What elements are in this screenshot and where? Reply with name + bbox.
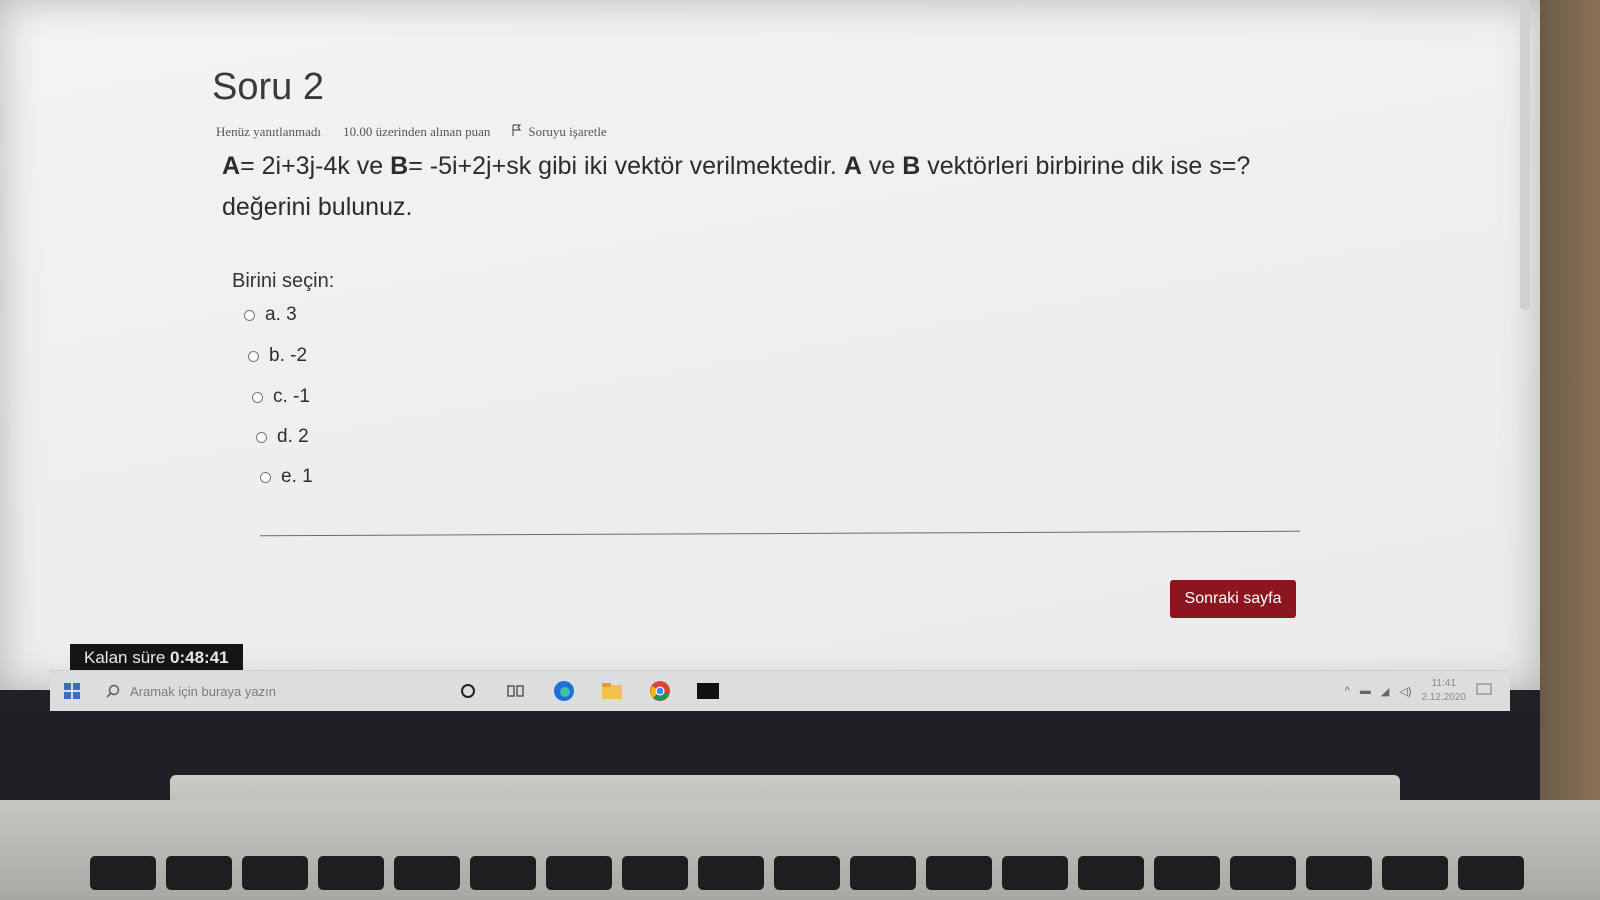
- question-text-and-2: ve: [861, 152, 903, 180]
- time-remaining: Kalan süre 0:48:41: [70, 644, 243, 672]
- search-placeholder: Aramak için buraya yazın: [130, 683, 276, 699]
- search-icon: [106, 684, 120, 698]
- battery-icon[interactable]: ▬: [1360, 685, 1371, 697]
- vector-b-ref: B: [902, 152, 921, 180]
- keyboard-key: [774, 856, 840, 890]
- radio-button[interactable]: [252, 391, 263, 403]
- answer-option-a[interactable]: a. 3: [244, 304, 297, 326]
- timer-label: Kalan süre: [84, 648, 166, 667]
- chevron-up-icon[interactable]: ^: [1345, 685, 1350, 697]
- windows-logo-icon: [64, 683, 80, 699]
- answer-option-b[interactable]: b. -2: [248, 345, 307, 367]
- clock-date: 2.12.2020: [1421, 692, 1467, 703]
- keyboard-key: [546, 856, 612, 890]
- radio-button[interactable]: [256, 431, 267, 443]
- keyboard-key: [1306, 856, 1372, 890]
- vector-a-ref: A: [843, 152, 862, 180]
- keyboard-key: [318, 856, 384, 890]
- answer-option-e[interactable]: e. 1: [260, 466, 313, 488]
- question-text: A= 2i+3j-4k ve B= -5i+2j+sk gibi iki vek…: [222, 146, 1302, 228]
- answer-option-d[interactable]: d. 2: [256, 426, 309, 448]
- radio-button[interactable]: [260, 471, 271, 483]
- keyboard-key: [622, 856, 688, 890]
- answer-option-label: d. 2: [277, 426, 309, 447]
- timer-value: 0:48:41: [170, 648, 229, 667]
- wifi-icon[interactable]: ◢: [1381, 685, 1389, 698]
- section-divider: [260, 530, 1300, 537]
- radio-button[interactable]: [248, 350, 259, 362]
- cortana-icon[interactable]: [456, 679, 480, 703]
- question-info: Henüz yanıtlanmadı 10.00 üzerinden alına…: [216, 124, 607, 140]
- question-text-middle: gibi iki vektör verilmektedir.: [531, 152, 844, 180]
- taskbar: Aramak için buraya yazın ^ ▬ ◢ ◁) 11:41 …: [50, 670, 1510, 711]
- background-edge: [1540, 0, 1600, 900]
- file-explorer-icon[interactable]: [600, 679, 624, 703]
- answer-option-label: e. 1: [281, 466, 313, 487]
- keyboard-key: [1078, 856, 1144, 890]
- question-text-and: ve: [349, 152, 391, 180]
- scrollbar[interactable]: [1520, 0, 1530, 310]
- system-tray: ^ ▬ ◢ ◁) 11:41 2.12.2020: [1345, 677, 1510, 705]
- question-title: Soru 2: [212, 66, 324, 108]
- keyboard-key: [166, 856, 232, 890]
- question-points: 10.00 üzerinden alınan puan: [343, 124, 491, 139]
- chrome-icon[interactable]: [648, 679, 672, 703]
- flag-icon: [512, 124, 522, 140]
- keyboard-key: [394, 856, 460, 890]
- keyboard-key: [850, 856, 916, 890]
- windows-start-button[interactable]: [50, 683, 94, 699]
- answer-prompt: Birini seçin:: [232, 270, 335, 292]
- task-view-icon[interactable]: [504, 679, 528, 703]
- taskbar-clock[interactable]: 11:41 2.12.2020: [1422, 677, 1467, 705]
- taskbar-search[interactable]: Aramak için buraya yazın: [94, 671, 426, 711]
- keyboard-key: [926, 856, 992, 890]
- notification-icon[interactable]: [1476, 682, 1492, 700]
- keyboard-key: [1458, 856, 1524, 890]
- answer-option-label: c. -1: [273, 386, 310, 407]
- keyboard-key: [242, 856, 308, 890]
- question-status: Henüz yanıtlanmadı: [216, 124, 322, 139]
- vector-b-label: B: [390, 152, 409, 180]
- radio-button[interactable]: [244, 309, 255, 321]
- clock-time: 11:41: [1431, 678, 1456, 689]
- laptop-screen: Soru 2 Henüz yanıtlanmadı 10.00 üzerinde…: [0, 0, 1540, 711]
- flag-question-label: Soruyu işaretle: [528, 124, 607, 139]
- vector-b-expression: = -5i+2j+sk: [408, 152, 532, 180]
- vector-a-expression: = 2i+3j-4k: [240, 152, 350, 180]
- keyboard-key: [698, 856, 764, 890]
- answer-option-label: a. 3: [265, 304, 297, 325]
- answer-option-label: b. -2: [269, 345, 308, 366]
- vector-a-label: A: [222, 152, 241, 180]
- flag-question-link[interactable]: Soruyu işaretle: [512, 124, 607, 140]
- keyboard-key: [1230, 856, 1296, 890]
- next-page-button[interactable]: Sonraki sayfa: [1170, 580, 1296, 618]
- answer-option-c[interactable]: c. -1: [252, 386, 310, 408]
- keyboard-key: [1154, 856, 1220, 890]
- keyboard-key: [470, 856, 536, 890]
- keyboard-key: [1002, 856, 1068, 890]
- terminal-icon[interactable]: [696, 679, 720, 703]
- keyboard-key: [90, 856, 156, 890]
- edge-browser-icon[interactable]: [552, 679, 576, 703]
- keyboard-key: [1382, 856, 1448, 890]
- keyboard-function-row: [90, 856, 1524, 890]
- taskbar-apps: [456, 679, 720, 703]
- volume-icon[interactable]: ◁): [1399, 685, 1411, 698]
